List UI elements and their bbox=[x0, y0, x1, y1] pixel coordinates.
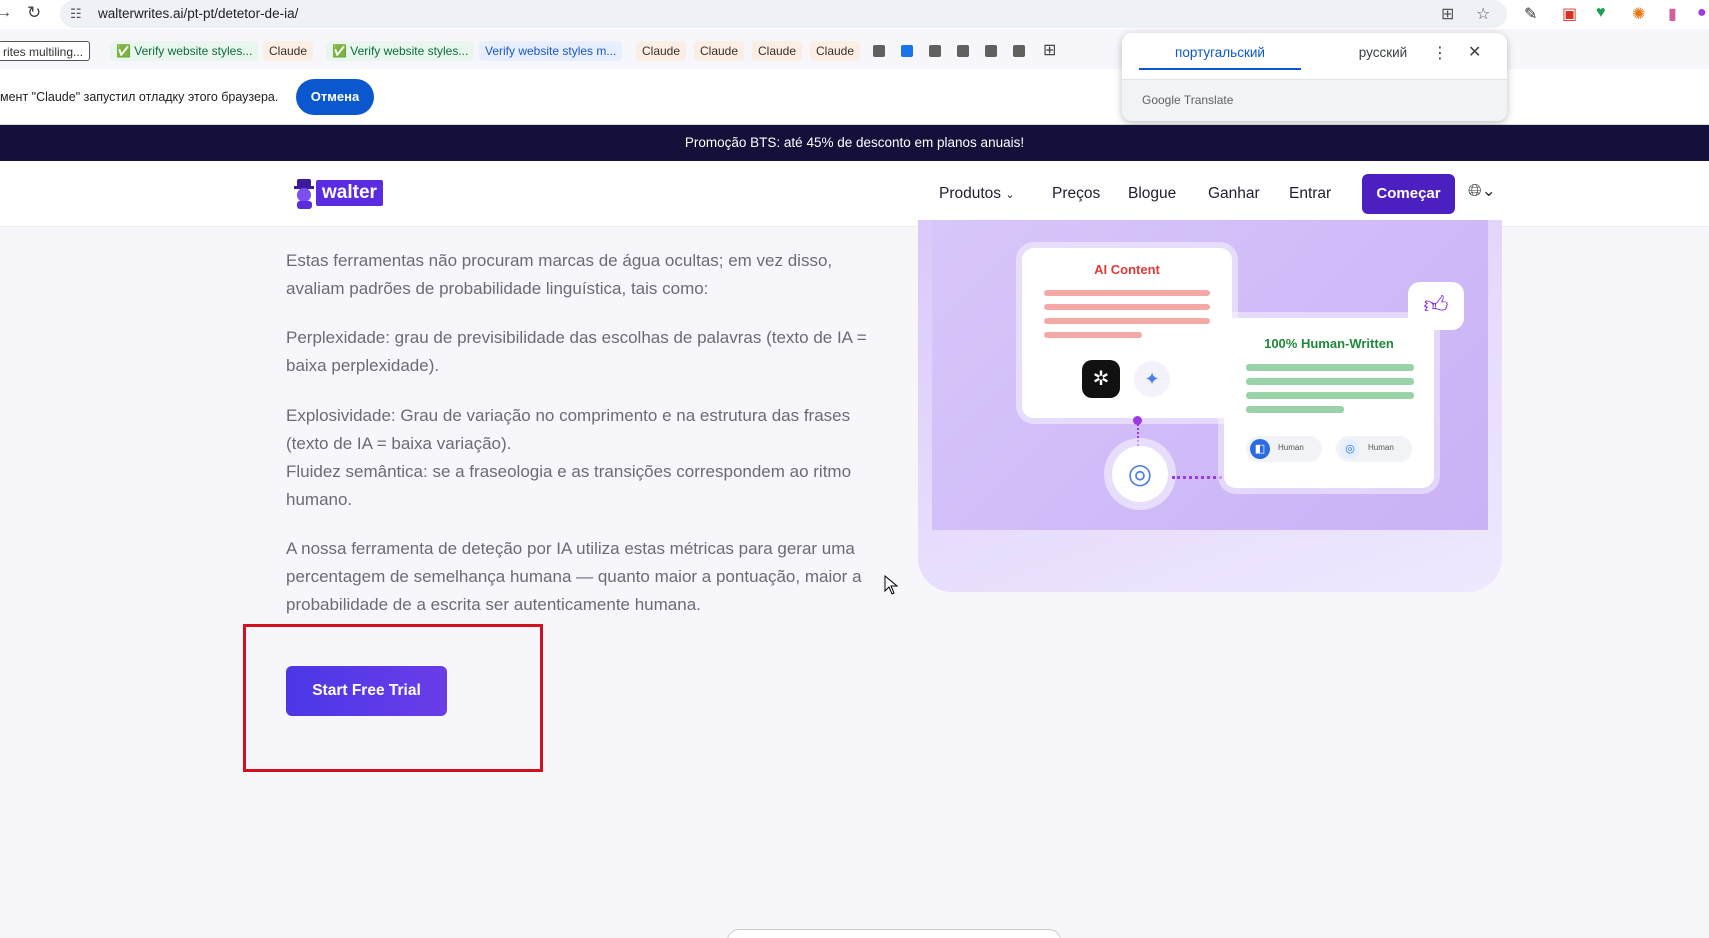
text-line bbox=[1246, 406, 1344, 413]
reload-icon[interactable]: ↻ bbox=[27, 3, 41, 23]
profile-icon[interactable]: ● bbox=[1697, 4, 1707, 22]
bookmark-favicon[interactable] bbox=[901, 45, 913, 57]
walter-logo[interactable]: walter bbox=[292, 177, 386, 209]
text-line bbox=[1246, 364, 1414, 371]
fingerprint-icon: ◎ bbox=[1112, 446, 1168, 502]
apps-grid-icon[interactable]: ⊞ bbox=[1043, 40, 1056, 60]
paragraph: Estas ferramentas não procuram marcas de… bbox=[286, 251, 833, 298]
start-free-trial-button[interactable]: Start Free Trial bbox=[286, 666, 447, 716]
browser-toolbar: → ↻ ☷ walterwrites.ai/pt-pt/detetor-de-i… bbox=[0, 0, 1709, 29]
bookmark-item[interactable]: Claude bbox=[810, 41, 861, 61]
translate-popup: португальский русский ⋮ ✕ Google Transla… bbox=[1122, 33, 1507, 121]
chip-label: Human bbox=[1278, 443, 1304, 452]
get-started-button[interactable]: Começar bbox=[1362, 174, 1455, 214]
text-line bbox=[1044, 304, 1210, 310]
text-line bbox=[1246, 392, 1414, 399]
bookmark-item[interactable]: rites multiling... bbox=[0, 41, 91, 61]
tab-source-language[interactable]: португальский bbox=[1139, 45, 1301, 60]
paragraph: A nossa ferramenta de deteção por IA uti… bbox=[286, 539, 862, 614]
cancel-debugging-button[interactable]: Отмена bbox=[296, 79, 374, 115]
nav-pricing[interactable]: Preços bbox=[1052, 185, 1100, 203]
mouse-cursor-icon bbox=[884, 575, 898, 595]
translate-icon[interactable]: ⊞ bbox=[1441, 4, 1454, 24]
language-globe-icon[interactable]: 🌐︎⌄ bbox=[1468, 181, 1496, 201]
illustration-backdrop: AI Content ✲ ✦ ◎ 100% Human-Written ◧ Hu… bbox=[932, 220, 1488, 530]
translate-footer: Google Translate bbox=[1122, 80, 1507, 121]
human-written-title: 100% Human-Written bbox=[1264, 336, 1394, 351]
extension-square-icon[interactable]: ▮ bbox=[1668, 4, 1677, 24]
chevron-down-icon: ⌄ bbox=[1005, 189, 1015, 201]
bookmark-item[interactable]: ✅ Verify website styles... bbox=[110, 41, 259, 61]
claude-extension-icon[interactable]: ✺ bbox=[1632, 4, 1645, 24]
ai-detection-illustration: AI Content ✲ ✦ ◎ 100% Human-Written ◧ Hu… bbox=[918, 220, 1502, 592]
thumbs-up-icon: 👍︎ bbox=[1408, 282, 1464, 330]
back-arrow-icon[interactable]: → bbox=[0, 4, 12, 22]
bookmark-favicon[interactable] bbox=[957, 45, 969, 57]
text-line bbox=[1044, 290, 1210, 296]
bookmark-item[interactable]: Claude bbox=[263, 41, 314, 61]
bookmark-item[interactable]: Claude bbox=[636, 41, 687, 61]
close-icon[interactable]: ✕ bbox=[1468, 42, 1481, 62]
bookmark-item[interactable]: ✅ Verify website styles... bbox=[326, 41, 475, 61]
document-icon: ◧ bbox=[1250, 439, 1270, 459]
bottom-widget[interactable] bbox=[727, 929, 1061, 938]
more-options-icon[interactable]: ⋮ bbox=[1432, 43, 1448, 63]
bookmark-item[interactable]: Claude bbox=[694, 41, 745, 61]
text-line bbox=[1044, 318, 1210, 324]
chip-label: Human bbox=[1368, 443, 1394, 452]
ai-content-title: AI Content bbox=[1094, 262, 1160, 277]
paragraph-line: Fluidez semântica: se a fraseologia e as… bbox=[286, 462, 852, 509]
extension-heart-icon[interactable]: ♥ bbox=[1596, 4, 1606, 22]
text-line bbox=[1246, 378, 1414, 385]
fingerprint-icon: ◎ bbox=[1340, 439, 1360, 459]
url-text[interactable]: walterwrites.ai/pt-pt/detetor-de-ia/ bbox=[98, 6, 298, 21]
extension-pen-icon[interactable]: ✎ bbox=[1524, 4, 1537, 24]
debugging-message: мент "Claude" запустил отладку этого бра… bbox=[0, 90, 279, 104]
promo-banner[interactable]: Promoção BTS: até 45% de desconto em pla… bbox=[0, 125, 1709, 161]
extension-off-icon[interactable]: ▣ bbox=[1562, 4, 1577, 24]
logo-wordmark: walter bbox=[316, 180, 383, 206]
human-written-card: 100% Human-Written ◧ Human ◎ Human bbox=[1224, 318, 1434, 488]
site-header: walter Produtos ⌄ Preços Blogue Ganhar E… bbox=[0, 161, 1709, 227]
bookmark-favicon[interactable] bbox=[1013, 45, 1025, 57]
paragraph: Perplexidade: grau de previsibilidade da… bbox=[286, 328, 867, 375]
connector-line bbox=[1172, 476, 1222, 479]
nav-login[interactable]: Entrar bbox=[1289, 185, 1331, 203]
bookmark-favicon[interactable] bbox=[873, 45, 885, 57]
nav-earn[interactable]: Ganhar bbox=[1208, 185, 1260, 203]
paragraph-line: Explosividade: Grau de variação no compr… bbox=[286, 406, 851, 453]
bookmark-item[interactable]: Verify website styles m... bbox=[479, 41, 623, 61]
bookmark-favicon[interactable] bbox=[985, 45, 997, 57]
human-chip: ◎ Human bbox=[1336, 436, 1412, 462]
paragraph: Explosividade: Grau de variação no compr… bbox=[286, 402, 880, 514]
gemini-sparkle-icon: ✦ bbox=[1134, 361, 1170, 397]
ai-content-card: AI Content ✲ ✦ bbox=[1022, 248, 1232, 418]
bookmark-item[interactable]: Claude bbox=[752, 41, 803, 61]
chatgpt-icon: ✲ bbox=[1082, 360, 1120, 398]
mascot-icon bbox=[294, 179, 314, 209]
bookmark-favicon[interactable] bbox=[929, 45, 941, 57]
nav-products[interactable]: Produtos ⌄ bbox=[939, 185, 1015, 203]
active-tab-indicator bbox=[1139, 68, 1301, 70]
text-line bbox=[1044, 332, 1142, 338]
human-chip: ◧ Human bbox=[1246, 436, 1322, 462]
google-translate-label: Google Translate bbox=[1142, 93, 1234, 107]
nav-blog[interactable]: Blogue bbox=[1128, 185, 1176, 203]
address-bar[interactable]: ☷ walterwrites.ai/pt-pt/detetor-de-ia/ ⊞… bbox=[60, 0, 1507, 28]
site-settings-icon[interactable]: ☷ bbox=[70, 6, 82, 22]
bookmark-star-icon[interactable]: ☆ bbox=[1476, 4, 1490, 24]
